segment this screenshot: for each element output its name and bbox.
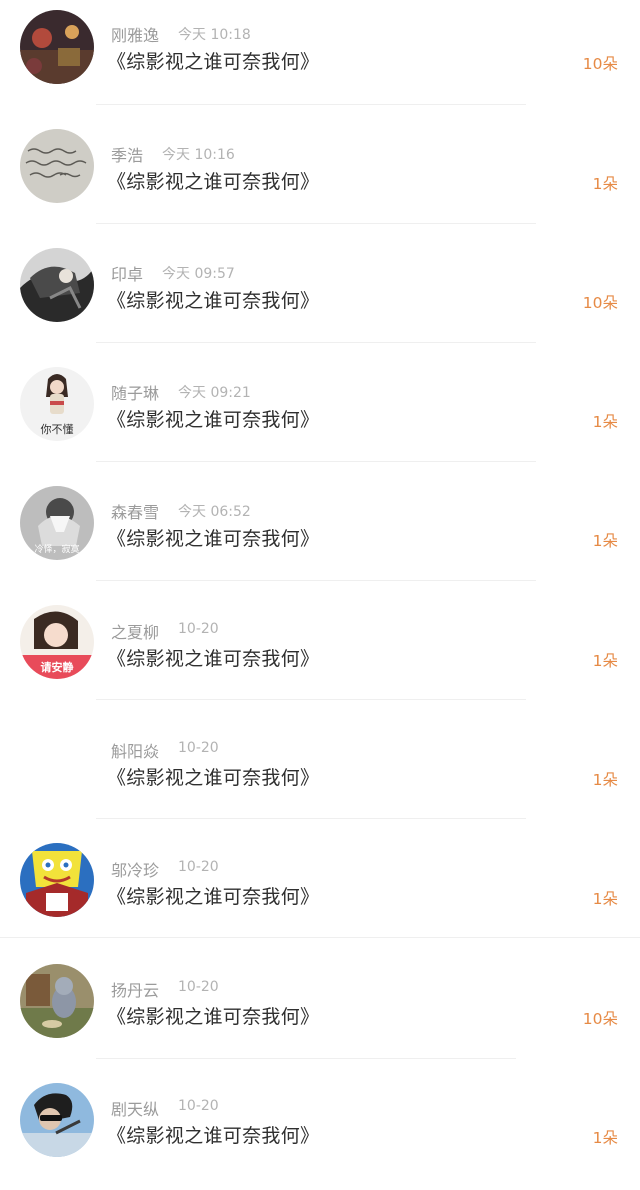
svg-text:冷怿，寂寞: 冷怿，寂寞 — [34, 543, 79, 555]
user-name: 斛阳焱 — [111, 742, 160, 761]
book-title: 《综影视之谁可奈我何》 — [107, 886, 320, 908]
divider — [96, 223, 536, 224]
flower-count: 1朵 — [592, 771, 618, 789]
book-title: 《综影视之谁可奈我何》 — [107, 409, 320, 431]
avatar-cartoon-girl-icon: 请安静 — [20, 605, 94, 679]
divider — [96, 699, 526, 700]
timestamp: 10-20 — [178, 979, 219, 995]
flower-count: 10朵 — [582, 294, 618, 312]
list-item[interactable]: 邬冷珍 10-20 《综影视之谁可奈我何》 1朵 — [0, 833, 640, 952]
avatar[interactable] — [20, 10, 94, 84]
user-name: 刚雅逸 — [111, 26, 160, 45]
divider — [96, 461, 536, 462]
book-title: 《综影视之谁可奈我何》 — [107, 648, 320, 670]
user-name: 剧天纵 — [111, 1100, 160, 1119]
avatar-photo-icon — [20, 1083, 94, 1157]
avatar-handwriting-icon — [20, 129, 94, 203]
user-name: 之夏柳 — [111, 623, 160, 642]
svg-text:你不懂: 你不懂 — [41, 423, 74, 436]
list-item[interactable]: 冷怿，寂寞 森春雪 今天 06:52 《综影视之谁可奈我何》 1朵 — [0, 476, 640, 595]
flower-count: 1朵 — [592, 532, 618, 550]
user-name: 森春雪 — [111, 503, 160, 522]
list-item[interactable]: 剧天纵 10-20 《综影视之谁可奈我何》 1朵 — [0, 1071, 640, 1190]
avatar-photo-icon — [20, 10, 94, 84]
timestamp: 10-20 — [178, 740, 219, 756]
user-name: 季浩 — [111, 146, 144, 165]
timestamp: 今天 10:16 — [162, 147, 235, 163]
list-item[interactable]: 刚雅逸 今天 10:18 《综影视之谁可奈我何》 10朵 — [0, 0, 640, 119]
user-name: 扬丹云 — [111, 981, 160, 1000]
avatar[interactable] — [20, 843, 94, 917]
avatar[interactable]: 请安静 — [20, 605, 94, 679]
list-item[interactable]: 请安静 之夏柳 10-20 《综影视之谁可奈我何》 1朵 — [0, 595, 640, 714]
book-title: 《综影视之谁可奈我何》 — [107, 290, 320, 312]
divider — [96, 818, 526, 819]
timestamp: 10-20 — [178, 1098, 219, 1114]
user-name: 邬冷珍 — [111, 861, 160, 880]
avatar[interactable] — [20, 1083, 94, 1157]
book-title: 《综影视之谁可奈我何》 — [107, 767, 320, 789]
list-item[interactable]: 扬丹云 10-20 《综影视之谁可奈我何》 10朵 — [0, 952, 640, 1071]
avatar-bw-photo-icon: 冷怿，寂寞 — [20, 486, 94, 560]
divider — [0, 937, 640, 938]
timestamp: 今天 10:18 — [178, 27, 251, 43]
avatar-girl-icon: 你不懂 — [20, 367, 94, 441]
user-name: 印卓 — [111, 265, 144, 284]
divider — [96, 104, 526, 105]
flower-count: 1朵 — [592, 652, 618, 670]
timestamp: 10-20 — [178, 859, 219, 875]
avatar[interactable] — [20, 248, 94, 322]
avatar[interactable] — [20, 724, 94, 798]
gift-record-list: 刚雅逸 今天 10:18 《综影视之谁可奈我何》 10朵 季浩 今天 10:16… — [0, 0, 640, 1172]
book-title: 《综影视之谁可奈我何》 — [107, 1006, 320, 1028]
timestamp: 今天 09:57 — [162, 266, 235, 282]
avatar-cartoon-icon — [20, 843, 94, 917]
timestamp: 10-20 — [178, 621, 219, 637]
timestamp: 今天 09:21 — [178, 385, 251, 401]
flower-count: 1朵 — [592, 1129, 618, 1147]
book-title: 《综影视之谁可奈我何》 — [107, 51, 320, 73]
divider — [96, 580, 536, 581]
list-item[interactable]: 季浩 今天 10:16 《综影视之谁可奈我何》 1朵 — [0, 119, 640, 238]
divider — [96, 342, 536, 343]
list-item[interactable]: 斛阳焱 10-20 《综影视之谁可奈我何》 1朵 — [0, 714, 640, 833]
list-item[interactable]: 你不懂 随子琳 今天 09:21 《综影视之谁可奈我何》 1朵 — [0, 357, 640, 476]
avatar[interactable] — [20, 964, 94, 1038]
flower-count: 10朵 — [582, 1010, 618, 1028]
flower-count: 10朵 — [582, 55, 618, 73]
avatar[interactable] — [20, 129, 94, 203]
flower-count: 1朵 — [592, 175, 618, 193]
avatar[interactable]: 你不懂 — [20, 367, 94, 441]
timestamp: 今天 06:52 — [178, 504, 251, 520]
flower-count: 1朵 — [592, 413, 618, 431]
book-title: 《综影视之谁可奈我何》 — [107, 171, 320, 193]
avatar-cartoon-cat-icon — [20, 964, 94, 1038]
book-title: 《综影视之谁可奈我何》 — [107, 528, 320, 550]
avatar-photo-icon — [20, 248, 94, 322]
avatar[interactable]: 冷怿，寂寞 — [20, 486, 94, 560]
flower-count: 1朵 — [592, 890, 618, 908]
svg-text:请安静: 请安静 — [41, 660, 74, 674]
list-item[interactable]: 印卓 今天 09:57 《综影视之谁可奈我何》 10朵 — [0, 238, 640, 357]
user-name: 随子琳 — [111, 384, 160, 403]
divider — [96, 1058, 516, 1059]
book-title: 《综影视之谁可奈我何》 — [107, 1125, 320, 1147]
